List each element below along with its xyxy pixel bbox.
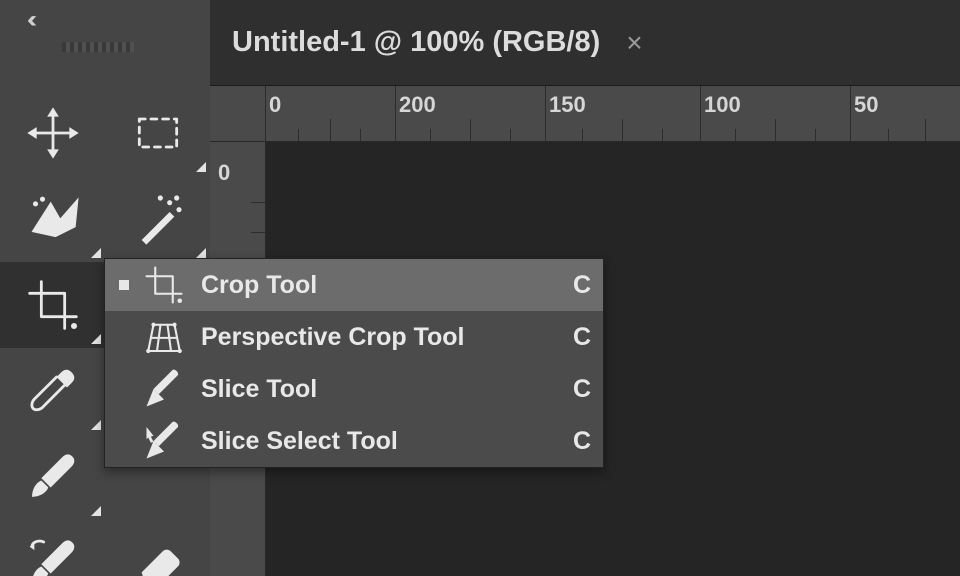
ruler-label: 200 <box>399 92 436 118</box>
panel-grip[interactable] <box>62 42 134 52</box>
flyout-indicator-icon <box>91 506 101 516</box>
move-icon <box>25 105 81 161</box>
document-tab-bar: Untitled-1 @ 100% (RGB/8) × <box>210 0 960 86</box>
flyout-item-perspective-crop[interactable]: Perspective Crop Tool C <box>105 311 603 363</box>
tool-flyout-menu: Crop Tool C Perspective Crop Tool C Slic… <box>104 258 604 468</box>
flyout-item-label: Slice Tool <box>201 375 557 404</box>
flyout-indicator-icon <box>196 248 206 258</box>
ruler-label: 150 <box>549 92 586 118</box>
marquee-icon <box>130 105 186 161</box>
flyout-indicator-icon <box>91 420 101 430</box>
flyout-indicator-icon <box>91 334 101 344</box>
crop-icon <box>143 264 185 306</box>
eraser-tool[interactable] <box>105 520 210 576</box>
eraser-icon <box>130 535 186 576</box>
document-tab[interactable]: Untitled-1 @ 100% (RGB/8) × <box>232 26 643 59</box>
slice-select-icon <box>143 420 185 462</box>
flyout-item-label: Crop Tool <box>201 271 557 300</box>
ruler-label: 0 <box>218 160 230 186</box>
ruler-label: 0 <box>269 92 281 118</box>
close-icon[interactable]: × <box>626 27 642 59</box>
lasso-icon <box>25 191 81 247</box>
flyout-item-label: Perspective Crop Tool <box>201 323 557 352</box>
history-brush-icon <box>25 535 81 576</box>
eyedropper-icon <box>25 363 81 419</box>
brush-icon <box>25 449 81 505</box>
flyout-indicator-icon <box>196 162 206 172</box>
chevron-left-double-icon: ‹‹ <box>27 6 31 34</box>
crop-tool[interactable] <box>0 262 105 348</box>
flyout-item-shortcut: C <box>557 271 591 300</box>
magic-wand-tool[interactable] <box>105 176 210 262</box>
magic-wand-icon <box>130 191 186 247</box>
selected-indicator-icon <box>119 280 129 290</box>
collapse-panel-button[interactable]: ‹‹ <box>10 4 48 36</box>
ruler-label: 100 <box>704 92 741 118</box>
perspective-crop-icon <box>143 316 185 358</box>
lasso-tool[interactable] <box>0 176 105 262</box>
flyout-item-slice[interactable]: Slice Tool C <box>105 363 603 415</box>
marquee-tool[interactable] <box>105 90 210 176</box>
move-tool[interactable] <box>0 90 105 176</box>
crop-icon <box>25 277 81 333</box>
history-brush-tool[interactable] <box>0 520 105 576</box>
flyout-item-shortcut: C <box>557 323 591 352</box>
flyout-item-crop[interactable]: Crop Tool C <box>105 259 603 311</box>
brush-tool[interactable] <box>0 434 105 520</box>
slice-icon <box>143 368 185 410</box>
ruler-label: 50 <box>854 92 878 118</box>
flyout-item-shortcut: C <box>557 427 591 456</box>
flyout-indicator-icon <box>91 248 101 258</box>
flyout-item-slice-select[interactable]: Slice Select Tool C <box>105 415 603 467</box>
flyout-item-label: Slice Select Tool <box>201 427 557 456</box>
horizontal-ruler[interactable]: 0 200 150 100 50 <box>210 86 960 142</box>
document-tab-title: Untitled-1 @ 100% (RGB/8) <box>232 26 600 59</box>
eyedropper-tool[interactable] <box>0 348 105 434</box>
flyout-item-shortcut: C <box>557 375 591 404</box>
